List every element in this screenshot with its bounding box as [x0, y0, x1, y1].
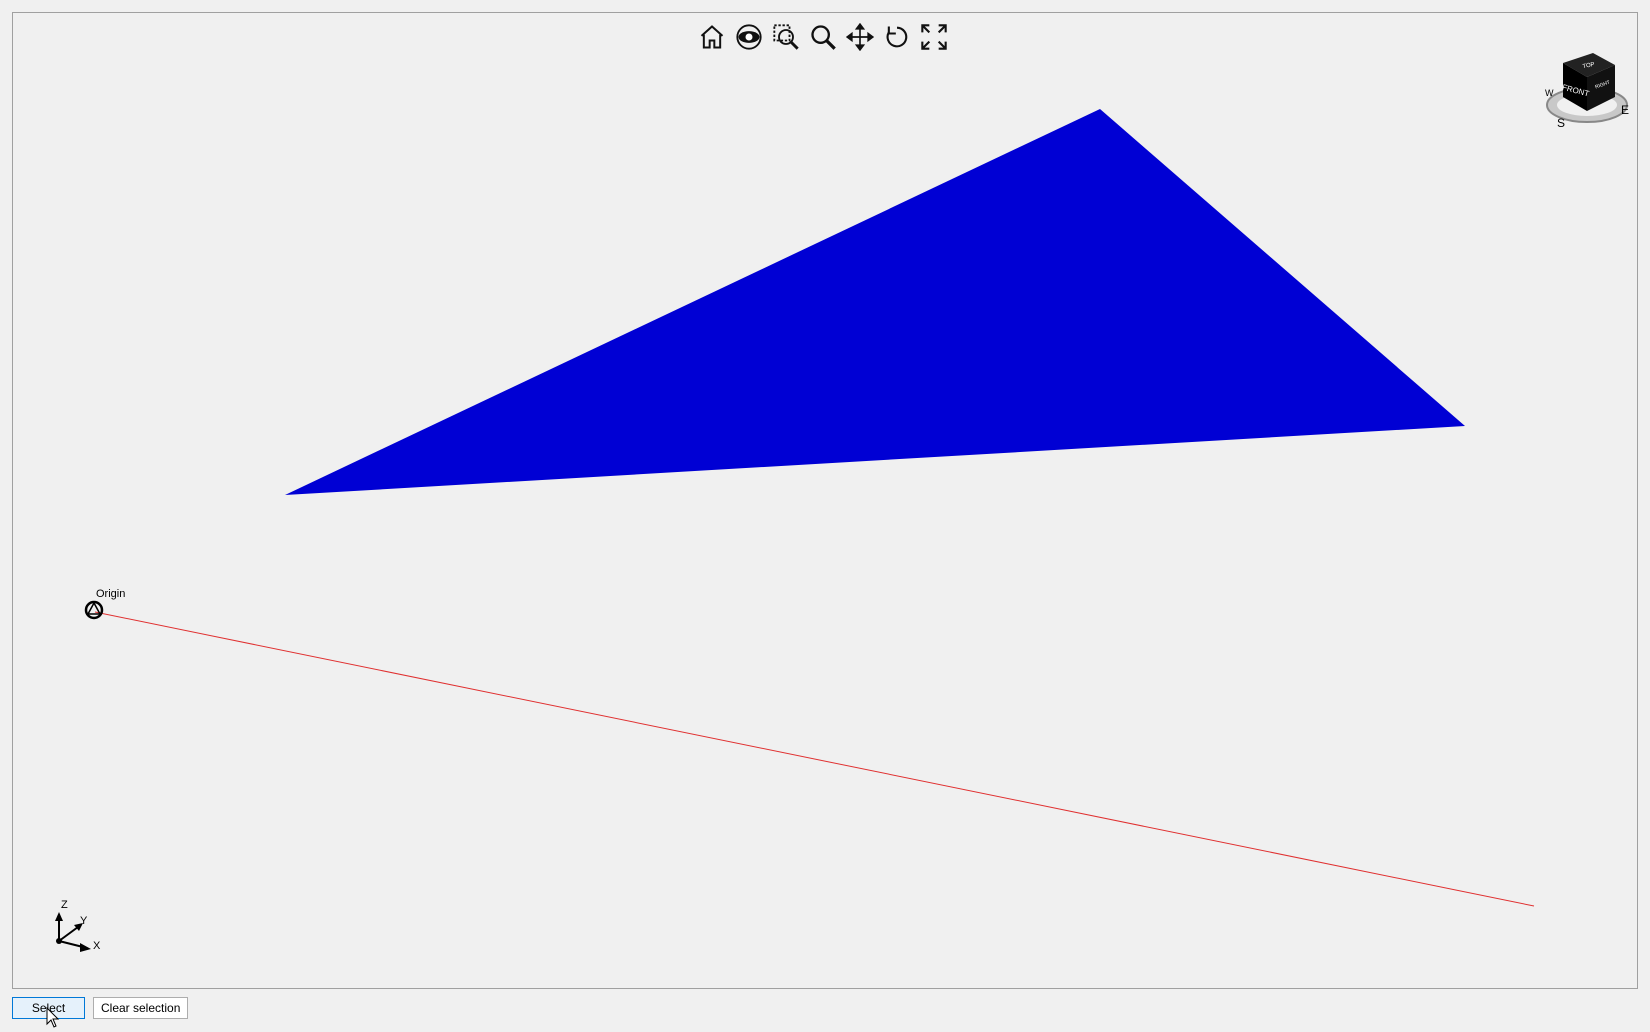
x-axis-label: X — [93, 940, 101, 952]
bottom-button-bar: Select Clear selection — [12, 997, 189, 1019]
navigation-cube[interactable]: TOP FRONT RIGHT W S E — [1535, 41, 1635, 141]
mouse-cursor-icon — [46, 1007, 60, 1028]
y-axis-label: Y — [80, 915, 88, 927]
origin-marker[interactable] — [84, 600, 104, 620]
triangle-face[interactable] — [285, 109, 1465, 495]
clear-selection-button[interactable]: Clear selection — [93, 997, 189, 1019]
z-axis-label: Z — [61, 899, 68, 911]
scene-canvas[interactable] — [13, 13, 1638, 989]
compass-w-label: W — [1545, 88, 1554, 98]
origin-label: Origin — [96, 588, 126, 600]
x-axis-line[interactable] — [94, 611, 1535, 907]
3d-viewport[interactable]: Origin Z Y X TOP FRONT RIGHT W S E — [12, 12, 1638, 989]
compass-s-label: S — [1557, 116, 1565, 130]
compass-e-label: E — [1621, 103, 1629, 117]
